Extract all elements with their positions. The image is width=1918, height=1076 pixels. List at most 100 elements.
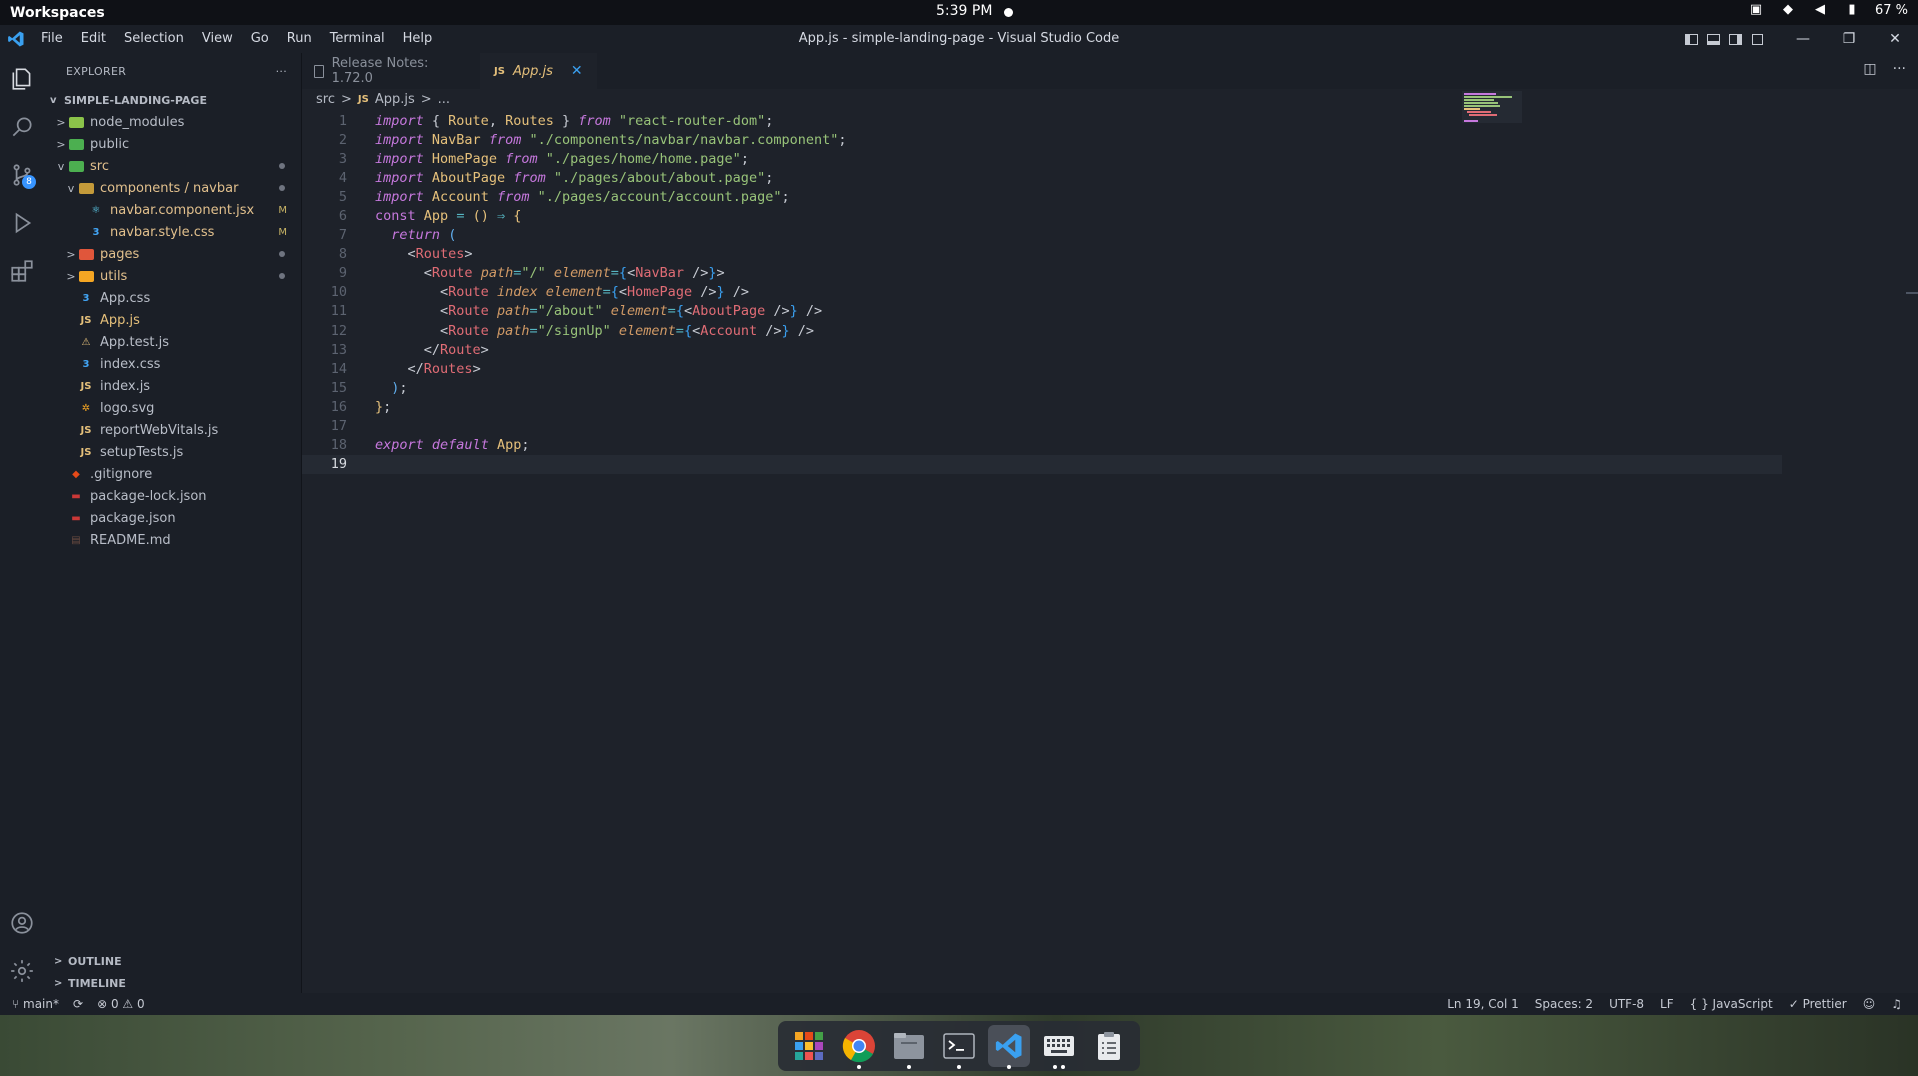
notifications-bell-icon[interactable]: ♫ [1891, 997, 1902, 1011]
code-line[interactable]: 17 [302, 417, 1782, 436]
tree-file[interactable]: JS App.js [44, 309, 301, 331]
tree-file[interactable]: ✲ logo.svg [44, 397, 301, 419]
close-tab-icon[interactable]: ✕ [571, 63, 583, 79]
code-line[interactable]: 7 return ( [302, 226, 1782, 245]
tree-file[interactable]: JS setupTests.js [44, 441, 301, 463]
menu-edit[interactable]: Edit [72, 25, 115, 53]
explorer-more-actions-icon[interactable]: ··· [276, 65, 287, 78]
feedback-icon[interactable]: ☺ [1863, 997, 1876, 1011]
tree-file[interactable]: 3 navbar.style.css M [44, 221, 301, 243]
code-line[interactable]: 6 const App = () ⇒ { [302, 206, 1782, 225]
menu-help[interactable]: Help [394, 25, 442, 53]
breadcrumb-file[interactable]: App.js [375, 92, 415, 107]
vscode-dock-icon[interactable] [988, 1025, 1030, 1069]
outline-section[interactable]: > OUTLINE [44, 950, 302, 972]
keyboard-icon[interactable] [1038, 1025, 1080, 1069]
toggle-panel-icon[interactable] [1702, 25, 1724, 53]
breadcrumb-symbol[interactable]: ... [438, 92, 450, 107]
code-line[interactable]: 11 < Route path = "/about" element ={< AboutP… [302, 302, 1782, 321]
tree-file[interactable]: JS index.js [44, 375, 301, 397]
tree-file[interactable]: JS reportWebVitals.js [44, 419, 301, 441]
menu-view[interactable]: View [193, 25, 242, 53]
minimap[interactable] [1462, 91, 1522, 131]
end-of-line[interactable]: LF [1660, 997, 1674, 1011]
menu-run[interactable]: Run [278, 25, 321, 53]
tree-folder[interactable]: > utils [44, 265, 301, 287]
tree-folder[interactable]: > node_modules [44, 111, 301, 133]
tree-file[interactable]: 3 App.css [44, 287, 301, 309]
code-line[interactable]: 19 [302, 454, 1782, 474]
code-line[interactable]: 1 import { Route, Routes } from "react-ro… [302, 111, 1782, 130]
code-line[interactable]: 13 </Route > [302, 340, 1782, 359]
customize-layout-icon[interactable] [1746, 25, 1768, 53]
tree-folder[interactable]: v components / navbar [44, 177, 301, 199]
language-mode[interactable]: { } JavaScript [1690, 997, 1773, 1011]
encoding[interactable]: UTF-8 [1609, 997, 1644, 1011]
code-line[interactable]: 2 import NavBar from "./components/navbar… [302, 130, 1782, 149]
more-actions-icon[interactable]: ··· [1893, 61, 1906, 77]
split-editor-icon[interactable]: ◫ [1863, 61, 1876, 77]
close-window-button[interactable]: ✕ [1872, 31, 1918, 47]
project-folder-header[interactable]: v SIMPLE-LANDING-PAGE [44, 89, 301, 111]
app-grid-icon[interactable] [788, 1025, 830, 1067]
toggle-primary-sidebar-icon[interactable] [1680, 25, 1702, 53]
code-line[interactable]: 16}; [302, 397, 1782, 416]
code-line[interactable]: 4 import AboutPage from "./pages/about/ab… [302, 168, 1782, 187]
tree-file[interactable]: ⚛ navbar.component.jsx M [44, 199, 301, 221]
code-line[interactable]: 3 import HomePage from "./pages/home/home… [302, 149, 1782, 168]
cursor-position[interactable]: Ln 19, Col 1 [1447, 997, 1519, 1011]
run-debug-icon[interactable] [0, 201, 44, 245]
vertical-scrollbar[interactable] [1906, 292, 1918, 294]
wifi-icon[interactable]: ◆ [1779, 2, 1797, 18]
menu-file[interactable]: File [32, 25, 72, 53]
tab-app-js[interactable]: JS App.js ✕ [480, 53, 597, 89]
tree-folder[interactable]: > pages [44, 243, 301, 265]
indentation[interactable]: Spaces: 2 [1535, 997, 1593, 1011]
menu-terminal[interactable]: Terminal [321, 25, 394, 53]
code-line[interactable]: 12 < Route path = "/signUp" element ={< Accou… [302, 321, 1782, 340]
screen-share-icon[interactable]: ▣ [1747, 2, 1765, 18]
menu-go[interactable]: Go [242, 25, 278, 53]
terminal-icon[interactable] [938, 1025, 980, 1069]
problems[interactable]: ⊗ 0 ⚠ 0 [97, 997, 145, 1011]
toggle-secondary-sidebar-icon[interactable] [1724, 25, 1746, 53]
files-icon[interactable] [888, 1025, 930, 1069]
git-branch[interactable]: ⑂ main* [12, 997, 59, 1011]
accounts-icon[interactable] [0, 901, 44, 945]
tree-file[interactable]: ▬ package.json [44, 507, 301, 529]
volume-icon[interactable]: ◀ [1811, 2, 1829, 18]
battery-icon[interactable]: ▮ [1843, 2, 1861, 18]
minimize-button[interactable]: — [1780, 31, 1826, 47]
code-line[interactable]: 14 </Routes > [302, 359, 1782, 378]
code-line[interactable]: 9 < Route path = "/" element ={< NavBar />} > [302, 264, 1782, 283]
tree-folder[interactable]: > public [44, 133, 301, 155]
code-line[interactable]: 18 export default App; [302, 436, 1782, 455]
tab-release-notes[interactable]: Release Notes: 1.72.0 [302, 53, 480, 89]
chrome-icon[interactable] [838, 1025, 880, 1069]
tree-file[interactable]: 3 index.css [44, 353, 301, 375]
workspaces-button[interactable]: Workspaces [0, 5, 200, 21]
prettier-formatter[interactable]: ✓ Prettier [1789, 997, 1847, 1011]
tree-file[interactable]: ◆ .gitignore [44, 463, 301, 485]
menu-selection[interactable]: Selection [115, 25, 193, 53]
maximize-button[interactable]: ❐ [1826, 31, 1872, 47]
extensions-icon[interactable] [0, 249, 44, 293]
clock[interactable]: 5:39 PM [936, 3, 992, 19]
tree-file[interactable]: ▬ package-lock.json [44, 485, 301, 507]
sync-icon[interactable]: ⟳ [73, 997, 83, 1011]
code-editor[interactable]: 1 import { Route, Routes } from "react-ro… [302, 111, 1782, 474]
tree-folder[interactable]: v src [44, 155, 301, 177]
explorer-icon[interactable] [0, 57, 44, 101]
tree-file[interactable]: ▤ README.md [44, 529, 301, 551]
source-control-icon[interactable]: 8 [0, 153, 44, 197]
search-icon[interactable] [0, 105, 44, 149]
settings-gear-icon[interactable] [0, 949, 44, 993]
clipboard-icon[interactable] [1088, 1025, 1130, 1067]
code-line[interactable]: 5 import Account from "./pages/account/ac… [302, 187, 1782, 206]
breadcrumb-src[interactable]: src [316, 92, 335, 107]
code-line[interactable]: 15 ); [302, 378, 1782, 397]
code-line[interactable]: 10 < Route index element ={< HomePage />} /… [302, 283, 1782, 302]
code-line[interactable]: 8 < Routes > [302, 245, 1782, 264]
timeline-section[interactable]: > TIMELINE [44, 972, 302, 994]
tree-file[interactable]: ⚠ App.test.js [44, 331, 301, 353]
